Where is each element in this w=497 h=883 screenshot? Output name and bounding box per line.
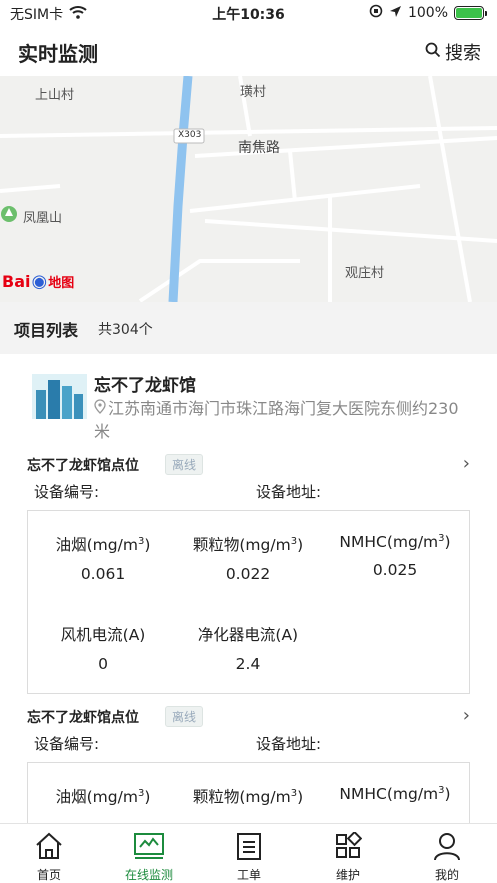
paw-icon: ◉ xyxy=(31,271,48,292)
map-label: 观庄村 xyxy=(345,266,385,281)
monitor-icon xyxy=(114,830,184,862)
tab-mine[interactable]: 我的 xyxy=(412,830,482,883)
grid-icon xyxy=(313,830,383,862)
chevron-right-icon[interactable]: › xyxy=(463,705,470,726)
page-title: 实时监测 xyxy=(18,42,98,66)
tab-online-monitor[interactable]: 在线监测 xyxy=(114,830,184,883)
clipboard-icon xyxy=(214,830,284,862)
metric-label: NMHC(mg/m3) xyxy=(339,533,451,552)
device-number-label: 设备编号: xyxy=(34,483,100,501)
status-badge: 离线 xyxy=(165,706,204,727)
point-name: 忘不了龙虾馆点位 xyxy=(27,710,139,726)
device-meta-row: 设备编号: 设备地址: xyxy=(34,481,464,502)
chevron-right-icon[interactable]: › xyxy=(463,453,470,474)
metric-label: 油烟(mg/m3) xyxy=(55,535,151,554)
metric-value: 0.022 xyxy=(225,565,271,583)
tab-maintenance[interactable]: 维护 xyxy=(313,830,383,883)
point-header[interactable]: 忘不了龙虾馆点位 离线 › xyxy=(27,705,472,729)
metric-cell: 油烟(mg/m3) xyxy=(28,785,178,807)
map-label: 上山村 xyxy=(35,88,75,103)
location-pin-icon xyxy=(94,397,108,420)
metric-label: 净化器电流(A) xyxy=(197,626,299,644)
project-card[interactable]: 忘不了龙虾馆 江苏南通市海门市珠江路海门复大医院东侧约230米 xyxy=(0,362,497,448)
metric-label: 风机电流(A) xyxy=(60,626,146,644)
search-label: 搜索 xyxy=(445,43,481,64)
metric-cell: 颗粒物(mg/m3) xyxy=(173,785,323,807)
point-header[interactable]: 忘不了龙虾馆点位 离线 › xyxy=(27,453,472,477)
project-count: 共304个 xyxy=(98,322,153,338)
map-view[interactable]: 上山村 璜村 X303 南焦路 凤凰山 观庄村 Bai ◉ 地图 xyxy=(0,76,497,302)
device-number-label: 设备编号: xyxy=(34,735,100,753)
device-meta-row: 设备编号: 设备地址: xyxy=(34,733,464,754)
metric-cell: 净化器电流(A) 2.4 xyxy=(173,623,323,673)
battery-percent: 100% xyxy=(407,5,448,21)
user-icon xyxy=(412,830,482,862)
map-label: 凤凰山 xyxy=(23,211,63,226)
metric-cell: 油烟(mg/m3) 0.061 xyxy=(28,533,178,583)
search-button[interactable]: 搜索 xyxy=(425,39,481,65)
metric-label: 颗粒物(mg/m3) xyxy=(192,787,304,806)
orientation-lock-icon xyxy=(369,4,383,22)
metric-cell: 风机电流(A) 0 xyxy=(28,623,178,673)
map-label: 南焦路 xyxy=(238,140,280,156)
map-label: X303 xyxy=(178,130,202,140)
battery-icon xyxy=(454,6,487,20)
metric-value: 0.061 xyxy=(80,565,126,583)
status-badge: 离线 xyxy=(165,454,204,475)
map-roads xyxy=(0,76,497,302)
baidu-map-logo: Bai ◉ 地图 xyxy=(2,271,75,292)
point-name: 忘不了龙虾馆点位 xyxy=(27,458,139,474)
tab-bar: 首页 在线监测 工单 维护 我的 xyxy=(0,823,497,883)
metrics-panel: 油烟(mg/m3) 0.061 颗粒物(mg/m3) 0.022 NMHC(mg… xyxy=(27,510,470,694)
metric-label: NMHC(mg/m3) xyxy=(339,785,451,804)
project-address-text: 江苏南通市海门市珠江路海门复大医院东侧约230米 xyxy=(94,399,459,441)
home-icon xyxy=(14,830,84,862)
project-name: 忘不了龙虾馆 xyxy=(94,376,196,396)
project-address: 江苏南通市海门市珠江路海门复大医院东侧约230米 xyxy=(94,397,464,443)
metric-cell: 颗粒物(mg/m3) 0.022 xyxy=(173,533,323,583)
header: 实时监测 搜索 xyxy=(0,26,497,76)
search-icon xyxy=(425,42,441,63)
location-icon xyxy=(389,5,402,22)
metric-cell: NMHC(mg/m3) xyxy=(320,785,470,803)
tab-work-order[interactable]: 工单 xyxy=(214,830,284,883)
metric-value: 2.4 xyxy=(235,655,261,673)
map-label: 璜村 xyxy=(240,85,267,100)
device-address-label: 设备地址: xyxy=(256,483,322,501)
project-list-title: 项目列表 xyxy=(14,321,79,340)
metric-label: 油烟(mg/m3) xyxy=(55,787,151,806)
metric-label: 颗粒物(mg/m3) xyxy=(192,535,304,554)
project-list-header: 项目列表 共304个 xyxy=(0,302,497,354)
metric-value: 0 xyxy=(98,655,108,673)
tab-home[interactable]: 首页 xyxy=(14,830,84,883)
building-thumbnail xyxy=(32,374,87,419)
device-address-label: 设备地址: xyxy=(256,735,322,753)
metric-cell: NMHC(mg/m3) 0.025 xyxy=(320,533,470,579)
status-bar: 无SIM卡 上午10:36 100% xyxy=(0,0,497,26)
metric-value: 0.025 xyxy=(372,561,418,580)
